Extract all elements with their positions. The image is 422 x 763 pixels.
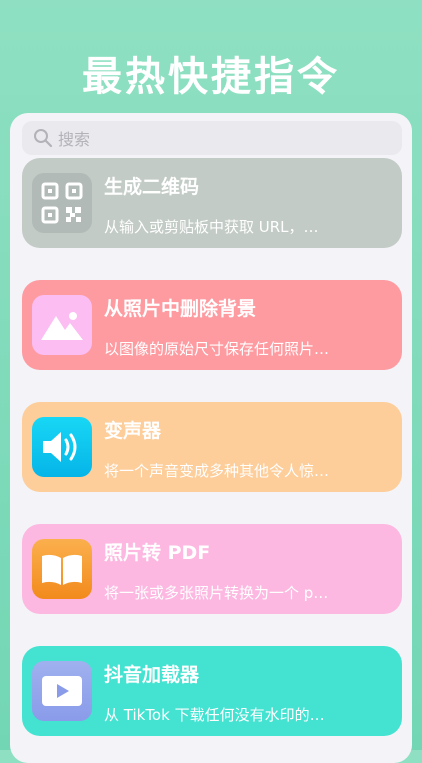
shortcut-description: 以图像的原始尺寸保存任何照片… bbox=[104, 340, 330, 358]
shortcut-card-photo-to-pdf[interactable]: 照片转 PDF 将一张或多张照片转换为一个 p… bbox=[22, 524, 402, 614]
speaker-icon bbox=[32, 417, 92, 477]
shortcut-card-qr-code[interactable]: 生成二维码 从输入或剪贴板中获取 URL，… bbox=[22, 158, 402, 248]
search-bar[interactable]: 搜索 bbox=[22, 121, 402, 155]
qr-code-icon bbox=[32, 173, 92, 233]
page-title: 最热快捷指令 bbox=[82, 54, 340, 100]
shortcut-description: 将一个声音变成多种其他令人惊… bbox=[104, 462, 330, 480]
shortcut-description: 从输入或剪贴板中获取 URL，… bbox=[104, 218, 319, 236]
shortcut-name: 照片转 PDF bbox=[104, 542, 211, 564]
video-play-icon bbox=[32, 661, 92, 721]
shortcut-card-remove-background[interactable]: 从照片中删除背景 以图像的原始尺寸保存任何照片… bbox=[22, 280, 402, 370]
shortcut-card-voice-changer[interactable]: 变声器 将一个声音变成多种其他令人惊… bbox=[22, 402, 402, 492]
shortcut-name: 变声器 bbox=[104, 420, 162, 442]
shortcut-name: 抖音加载器 bbox=[104, 664, 200, 686]
photo-mountain-icon bbox=[32, 295, 92, 355]
search-icon bbox=[34, 129, 53, 148]
shortcut-card-tiktok-downloader[interactable]: 抖音加载器 从 TikTok 下载任何没有水印的… bbox=[22, 646, 402, 736]
book-icon bbox=[32, 539, 92, 599]
shortcut-list-panel: 搜索 生成二维码 从输入或剪贴板中获取 URL，… 从照片中删除背景 以图像的原… bbox=[10, 113, 412, 763]
shortcut-description: 从 TikTok 下载任何没有水印的… bbox=[104, 706, 325, 724]
shortcut-name: 从照片中删除背景 bbox=[104, 298, 257, 320]
shortcut-description: 将一张或多张照片转换为一个 p… bbox=[104, 584, 329, 602]
search-placeholder: 搜索 bbox=[58, 130, 91, 149]
shortcut-name: 生成二维码 bbox=[104, 176, 200, 198]
